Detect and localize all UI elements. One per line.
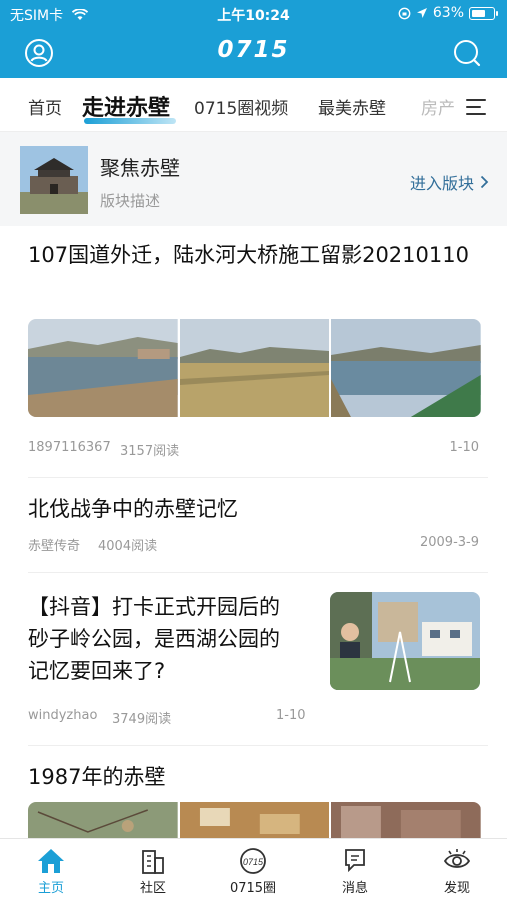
forum-thumbnail [20,146,88,214]
bottom-tab-label: 发现 [443,881,470,896]
forum-card[interactable]: 聚焦赤壁 版块描述 进入版块 [0,132,507,226]
status-bar: 无SIM卡 上午10:24 63% [0,0,507,28]
enter-forum-link[interactable]: 进入版块 [410,170,489,194]
article-title[interactable]: 107国道外迁，陆水河大桥施工留影20210110 [28,240,480,271]
article-reads: 3749阅读 [112,712,172,727]
enter-forum-label: 进入版块 [409,174,474,193]
home-icon [38,849,64,873]
brand-logo: 0715 [217,37,290,63]
article-image-row[interactable] [28,802,481,842]
article-photo [28,319,178,417]
circle-logo-icon: 0715 [240,848,266,874]
forum-description: 版块描述 [100,192,161,210]
article-photo [28,802,178,842]
nav-bar: 0715 [0,28,507,78]
bottom-tab-label: 消息 [341,881,368,896]
divider [28,745,488,746]
battery-percent: 63% [432,5,464,21]
menu-icon [466,99,486,101]
article-reads: 3157阅读 [120,444,180,459]
bottom-tab-label: 0715圈 [229,881,277,896]
active-tab-indicator [84,118,176,124]
tab-0715-video[interactable]: 0715圈视频 [194,94,288,119]
article-reads: 4004阅读 [98,539,158,554]
bottom-tab-messages[interactable]: 消息 [320,847,390,896]
article-photo [179,802,330,842]
article-title[interactable]: 【抖音】打卡正式开园后的砂子岭公园，是西湖公园的记忆要回来了? [28,591,300,687]
tab-zuimei-chibi[interactable]: 最美赤壁 [318,94,386,119]
bottom-tab-label: 主页 [37,881,64,896]
bottom-tab-home[interactable]: 主页 [16,847,86,896]
article-photo [331,802,481,842]
tab-real-estate[interactable]: 房产 [421,94,455,119]
article-photo [331,319,481,417]
status-right: 63% [398,5,498,21]
article-title[interactable]: 北伐战争中的赤壁记忆 [28,494,480,525]
menu-icon [466,113,486,115]
bottom-tab-label: 社区 [139,881,166,896]
battery-icon [469,6,498,20]
bottom-tab-community[interactable]: 社区 [118,847,188,896]
location-icon [416,8,427,18]
search-icon [454,40,481,67]
tabs-menu-button[interactable] [466,99,486,120]
article-date: 1-10 [276,708,306,723]
bottom-tab-bar: 主页 社区 0715 0715圈 消息 发现 [0,838,507,900]
buildings-icon [142,850,164,874]
bottom-tab-0715-circle[interactable]: 0715 0715圈 [218,847,288,896]
article-photo [330,592,480,690]
search-button[interactable] [450,36,484,70]
bottom-tab-discover[interactable]: 发现 [422,847,492,896]
forum-title: 聚焦赤壁 [100,156,180,180]
chevron-right-icon [480,175,489,189]
article-author: windyzhao [28,708,98,723]
divider [28,477,488,478]
app-header: 无SIM卡 上午10:24 63% 0715 [0,0,507,78]
divider [28,572,488,573]
category-tabs: 首页 走进赤壁 0715圈视频 最美赤壁 房产 [0,78,507,132]
article-author: 1897116367 [28,440,111,455]
chat-bubbles-icon [345,849,365,873]
eye-icon [443,849,471,868]
article-author: 赤壁传奇 [28,539,81,554]
article-date: 1-10 [449,440,479,455]
article-image-row[interactable] [28,319,481,417]
article-title[interactable]: 1987年的赤壁 [28,762,480,793]
rotation-lock-icon [398,7,411,19]
article-photo [179,319,330,417]
menu-icon [466,106,481,108]
svg-text:0715: 0715 [243,857,264,867]
tab-home[interactable]: 首页 [28,94,62,119]
article-thumbnail[interactable] [330,592,480,690]
article-date: 2009-3-9 [419,535,479,550]
